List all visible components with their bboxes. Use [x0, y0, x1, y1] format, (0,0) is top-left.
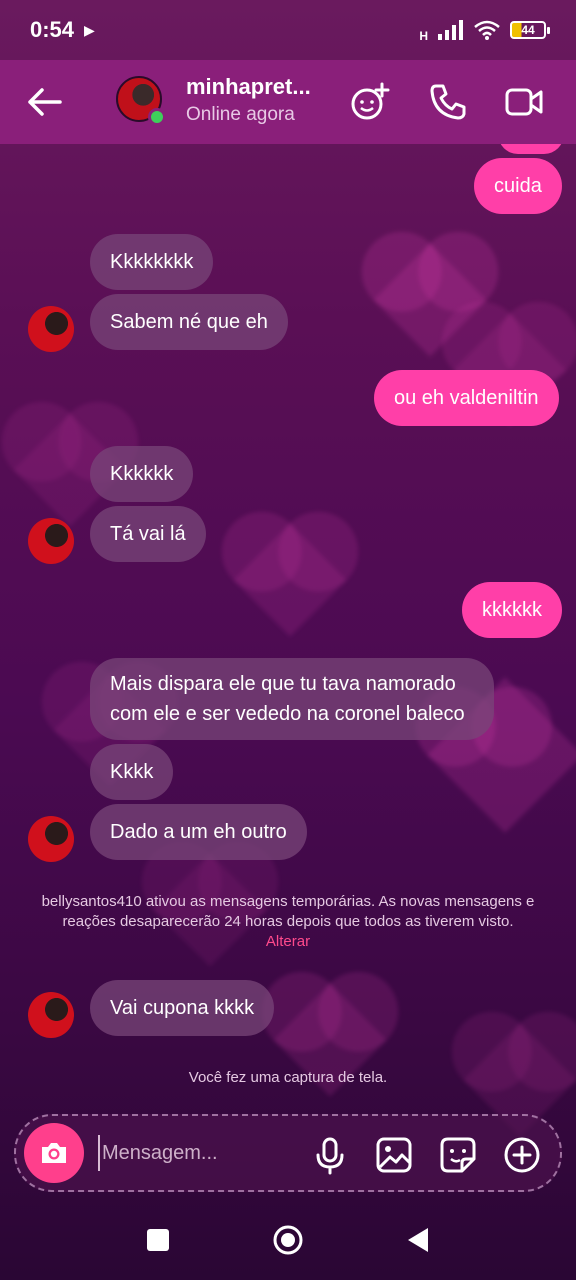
- back-arrow-icon[interactable]: [24, 82, 64, 122]
- sender-avatar[interactable]: [28, 816, 74, 862]
- sender-avatar[interactable]: [28, 306, 74, 352]
- effects-icon[interactable]: [350, 82, 390, 122]
- outgoing-message[interactable]: kkkkkk: [462, 582, 562, 638]
- recent-apps-icon[interactable]: [142, 1224, 174, 1256]
- contact-info[interactable]: minhapret... Online agora: [186, 74, 311, 126]
- plus-icon[interactable]: [502, 1135, 542, 1175]
- outgoing-message[interactable]: ou eh valdeniltin: [374, 370, 559, 426]
- incoming-message[interactable]: Mais dispara ele que tu tava namorado co…: [90, 658, 494, 740]
- sender-avatar[interactable]: [28, 518, 74, 564]
- screenshot-notice: Você fez uma captura de tela.: [188, 1069, 388, 1086]
- disappearing-messages-notice: bellysantos410 ativou as mensagens tempo…: [40, 892, 536, 952]
- mic-icon[interactable]: [310, 1135, 350, 1175]
- battery-icon: 44: [510, 21, 550, 39]
- notice-text: bellysantos410 ativou as mensagens tempo…: [41, 893, 535, 930]
- camera-button[interactable]: [24, 1123, 84, 1183]
- home-icon[interactable]: [272, 1224, 304, 1256]
- video-call-icon[interactable]: [504, 82, 544, 122]
- incoming-message[interactable]: Dado a um eh outro: [90, 804, 307, 860]
- incoming-message[interactable]: Sabem né que eh: [90, 294, 288, 350]
- play-icon: ▶: [84, 21, 95, 38]
- incoming-message[interactable]: Tá vai lá: [90, 506, 206, 562]
- sender-avatar[interactable]: [28, 992, 74, 1038]
- message-composer: [14, 1114, 562, 1192]
- change-link[interactable]: Alterar: [266, 933, 310, 950]
- incoming-message[interactable]: Kkkkkkkk: [90, 234, 214, 290]
- outgoing-message[interactable]: cuida: [474, 158, 562, 214]
- online-indicator: [148, 108, 166, 126]
- system-nav-bar: [0, 1200, 576, 1280]
- contact-name: minhapret...: [186, 74, 311, 99]
- battery-level: 44: [521, 23, 535, 37]
- network-type-label: H: [419, 29, 428, 43]
- message-list[interactable]: cuida Kkkkkkkk Sabem né que eh ou eh val…: [0, 114, 576, 1110]
- wifi-icon: [474, 20, 500, 40]
- gallery-icon[interactable]: [374, 1135, 414, 1175]
- status-bar: 0:54 ▶ H 44: [0, 0, 576, 60]
- contact-avatar[interactable]: [116, 76, 166, 126]
- status-time: 0:54: [30, 17, 75, 42]
- incoming-message[interactable]: Kkkk: [90, 744, 174, 800]
- incoming-message[interactable]: Kkkkkk: [90, 446, 194, 502]
- signal-icon: [438, 20, 463, 40]
- incoming-message[interactable]: Vai cupona kkkk: [90, 980, 275, 1036]
- sticker-icon[interactable]: [438, 1135, 478, 1175]
- chat-header: minhapret... Online agora: [0, 60, 576, 144]
- presence-status: Online agora: [186, 104, 295, 125]
- phone-icon[interactable]: [428, 82, 468, 122]
- message-input[interactable]: [98, 1135, 298, 1171]
- back-nav-icon[interactable]: [402, 1224, 434, 1256]
- camera-icon: [42, 1143, 66, 1163]
